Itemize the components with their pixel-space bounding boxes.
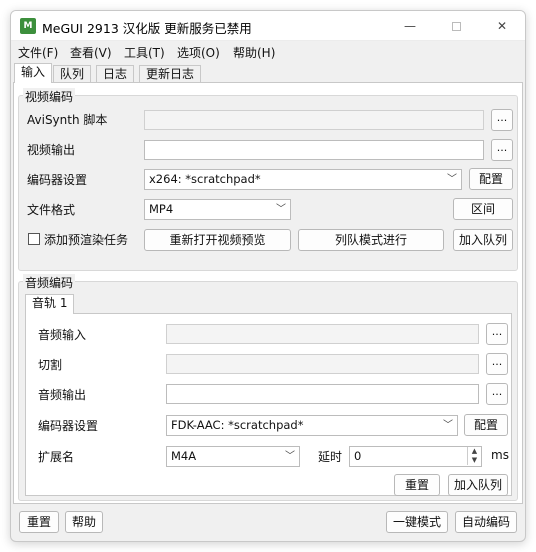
tab-log[interactable]: 日志 — [96, 65, 135, 83]
tab-queue[interactable]: 队列 — [53, 65, 92, 83]
video-encoder-value: x264: *scratchpad* — [149, 172, 261, 186]
avisynth-input[interactable] — [144, 110, 484, 130]
spin-up-icon[interactable]: ▲ — [467, 447, 481, 456]
reset-button[interactable]: 重置 — [19, 511, 59, 533]
delay-value: 0 — [354, 449, 362, 463]
maximize-button[interactable] — [433, 11, 479, 41]
delay-label: 延时 — [318, 450, 343, 464]
title-bar: M MeGUI 2913 汉化版 更新服务已禁用 — ✕ — [11, 11, 525, 41]
prerender-label: 添加预渲染任务 — [44, 233, 129, 247]
chevron-down-icon: ﹀ — [443, 420, 453, 431]
tab-audio-track-1[interactable]: 音轨 1 — [25, 294, 75, 314]
queue-mode-button[interactable]: 列队模式进行 — [298, 229, 444, 251]
tab-bar: 输入 队列 日志 更新日志 — [11, 63, 525, 83]
file-format-value: MP4 — [149, 202, 174, 216]
chevron-down-icon: ﹀ — [276, 204, 286, 215]
tab-input[interactable]: 输入 — [14, 63, 53, 83]
menu-bar: 文件(F) 查看(V) 工具(T) 选项(O) 帮助(H) — [11, 41, 525, 63]
audio-encoder-value: FDK-AAC: *scratchpad* — [171, 418, 304, 432]
cut-field[interactable] — [166, 354, 479, 374]
extension-value: M4A — [171, 449, 197, 463]
chevron-down-icon: ﹀ — [447, 174, 457, 185]
spin-down-icon[interactable]: ▼ — [467, 456, 481, 465]
extension-label: 扩展名 — [38, 450, 75, 464]
video-encoder-label: 编码器设置 — [27, 173, 88, 187]
one-click-mode-button[interactable]: 一键模式 — [386, 511, 448, 533]
video-encoding-group: 视频编码 AviSynth 脚本 ... 视频输出 ... 编码器设置 x264… — [18, 88, 518, 271]
prerender-checkbox[interactable] — [28, 233, 40, 245]
audio-track-panel: 音频输入 ... 切割 ... 音频输出 ... 编码器设置 FDK-AAC: … — [25, 313, 512, 496]
chevron-down-icon: ﹀ — [285, 451, 295, 462]
main-window: M MeGUI 2913 汉化版 更新服务已禁用 — ✕ 文件(F) 查看(V)… — [10, 10, 526, 542]
minimize-button[interactable]: — — [387, 11, 433, 41]
audio-encoder-label: 编码器设置 — [38, 419, 99, 433]
video-output-browse-button[interactable]: ... — [491, 139, 513, 161]
tab-changelog[interactable]: 更新日志 — [139, 65, 202, 83]
maximize-icon — [451, 22, 461, 31]
audio-group-title: 音频编码 — [23, 274, 76, 291]
video-add-queue-button[interactable]: 加入队列 — [453, 229, 513, 251]
auto-encode-button[interactable]: 自动编码 — [455, 511, 517, 533]
avisynth-browse-button[interactable]: ... — [491, 109, 513, 131]
cut-browse-button[interactable]: ... — [486, 353, 508, 375]
menu-view[interactable]: 查看(V) — [70, 44, 112, 61]
video-encoder-select[interactable]: x264: *scratchpad* ﹀ — [144, 169, 462, 190]
delay-unit-label: ms — [491, 448, 509, 462]
file-format-select[interactable]: MP4 ﹀ — [144, 199, 291, 220]
reopen-preview-button[interactable]: 重新打开视频预览 — [144, 229, 291, 251]
cut-label: 切割 — [38, 358, 63, 372]
audio-input-label: 音频输入 — [38, 328, 87, 342]
video-output-input[interactable] — [144, 140, 484, 160]
help-button[interactable]: 帮助 — [65, 511, 103, 533]
audio-encoder-config-button[interactable]: 配置 — [464, 414, 508, 436]
video-group-title: 视频编码 — [23, 88, 76, 105]
menu-options[interactable]: 选项(O) — [177, 44, 220, 61]
file-format-label: 文件格式 — [27, 203, 76, 217]
audio-encoder-select[interactable]: FDK-AAC: *scratchpad* ﹀ — [166, 415, 458, 436]
close-button[interactable]: ✕ — [479, 11, 525, 41]
menu-tools[interactable]: 工具(T) — [124, 44, 165, 61]
megui-app-icon: M — [20, 18, 36, 34]
extension-select[interactable]: M4A ﹀ — [166, 446, 300, 467]
avisynth-label: AviSynth 脚本 — [27, 113, 108, 127]
menu-file[interactable]: 文件(F) — [18, 44, 58, 61]
video-output-label: 视频输出 — [27, 143, 76, 157]
zones-button[interactable]: 区间 — [453, 198, 513, 220]
audio-output-browse-button[interactable]: ... — [486, 383, 508, 405]
audio-input-browse-button[interactable]: ... — [486, 323, 508, 345]
audio-add-queue-button[interactable]: 加入队列 — [448, 474, 508, 496]
menu-help[interactable]: 帮助(H) — [233, 44, 275, 61]
audio-input-field[interactable] — [166, 324, 479, 344]
video-encoder-config-button[interactable]: 配置 — [469, 168, 513, 190]
audio-output-field[interactable] — [166, 384, 479, 404]
audio-encoding-group: 音频编码 音轨 1 音频输入 ... 切割 ... 音频输出 ... 编码器设置… — [18, 274, 518, 501]
audio-output-label: 音频输出 — [38, 388, 87, 402]
input-tab-panel: 视频编码 AviSynth 脚本 ... 视频输出 ... 编码器设置 x264… — [13, 82, 523, 504]
audio-reset-button[interactable]: 重置 — [394, 474, 440, 496]
delay-spinner[interactable]: 0 ▲ ▼ — [349, 446, 482, 467]
window-title: MeGUI 2913 汉化版 更新服务已禁用 — [42, 21, 252, 36]
